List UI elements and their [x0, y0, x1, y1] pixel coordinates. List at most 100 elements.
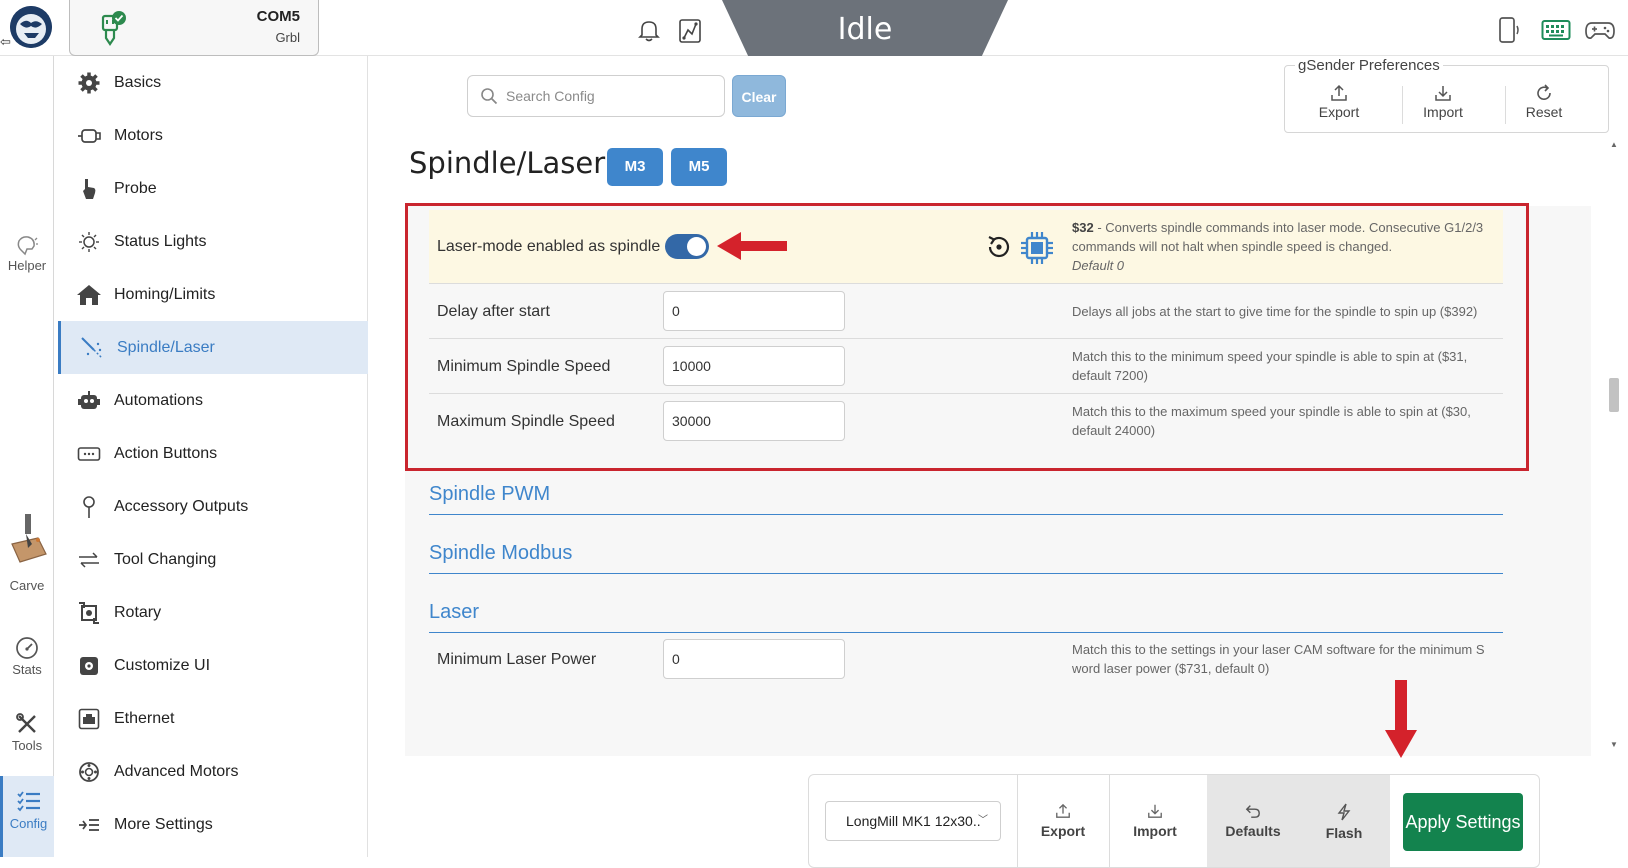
- subsection-laser[interactable]: Laser: [429, 601, 1503, 633]
- nav-item-customize-ui[interactable]: Customize UI: [58, 639, 368, 692]
- light-icon: [76, 229, 102, 255]
- com-port-label: COM5: [256, 8, 300, 25]
- collapse-arrow-icon[interactable]: ⇦: [0, 34, 11, 50]
- nav-item-motors[interactable]: Motors: [58, 109, 368, 162]
- ethernet-icon: [76, 706, 102, 732]
- gcode-icon[interactable]: [678, 18, 702, 44]
- spindle-icon: [79, 335, 105, 361]
- nav-item-action-buttons[interactable]: Action Buttons: [58, 427, 368, 480]
- nav-item-automations[interactable]: Automations: [58, 374, 368, 427]
- export-label: Export: [1040, 823, 1086, 839]
- m5-button[interactable]: M5: [671, 148, 727, 186]
- nav-item-tool-changing[interactable]: Tool Changing: [58, 533, 368, 586]
- import-label: Import: [1133, 823, 1177, 839]
- import-settings-button[interactable]: Import: [1109, 775, 1201, 867]
- machine-profile-select[interactable]: LongMill MK1 12x30.. ﹀: [825, 801, 1001, 841]
- prefs-import-button[interactable]: Import: [1393, 84, 1493, 126]
- firmware-label: Grbl: [275, 30, 300, 45]
- nav-item-label: Accessory Outputs: [114, 497, 249, 515]
- nav-item-probe[interactable]: Probe: [58, 162, 368, 215]
- min-laser-power-input[interactable]: [663, 639, 845, 679]
- gamepad-icon[interactable]: [1585, 18, 1615, 42]
- advanced-motor-icon: [76, 759, 102, 785]
- nav-item-label: Automations: [114, 391, 203, 409]
- nav-item-label: Basics: [114, 73, 162, 91]
- nav-item-rotary[interactable]: Rotary: [58, 586, 368, 639]
- defaults-label: Defaults: [1225, 823, 1281, 839]
- helper-icon: [17, 236, 38, 256]
- flash-icon: [1337, 803, 1351, 821]
- nav-item-label: Probe: [114, 179, 157, 197]
- panel-scrollbar[interactable]: ▲ ▼: [1605, 136, 1619, 756]
- nav-item-label: More Settings: [114, 815, 213, 833]
- usb-connected-icon: [101, 11, 126, 46]
- probe-icon: [76, 176, 102, 202]
- export-icon: [1331, 84, 1347, 101]
- nav-item-accessory-outputs[interactable]: Accessory Outputs: [58, 480, 368, 533]
- nav-item-spindle-laser[interactable]: Spindle/Laser: [58, 321, 368, 374]
- machine-state-tab: Idle: [722, 0, 1008, 60]
- prefs-import-label: Import: [1423, 104, 1463, 120]
- search-box[interactable]: [467, 75, 725, 117]
- rail-item-config[interactable]: Config: [0, 776, 54, 857]
- apply-settings-button[interactable]: Apply Settings: [1403, 793, 1523, 851]
- nav-item-homing-limits[interactable]: Homing/Limits: [58, 268, 368, 321]
- tools-icon: [16, 713, 36, 733]
- search-input[interactable]: [506, 84, 716, 108]
- nav-item-label: Motors: [114, 126, 163, 144]
- main-content: Clear gSender Preferences Export Import …: [369, 56, 1628, 868]
- machine-profile-value: LongMill MK1 12x30..: [846, 813, 981, 829]
- robot-icon: [76, 388, 102, 414]
- export-settings-button[interactable]: Export: [1017, 775, 1109, 867]
- nav-item-label: Customize UI: [114, 656, 211, 674]
- nav-item-label: Advanced Motors: [114, 762, 239, 780]
- customize-icon: [76, 653, 102, 679]
- undo-icon: [1245, 805, 1260, 818]
- subsection-spindle-pwm[interactable]: Spindle PWM: [429, 483, 1503, 515]
- rail-item-tools[interactable]: Tools: [0, 712, 54, 753]
- subsection-spindle-modbus[interactable]: Spindle Modbus: [429, 542, 1503, 574]
- nav-item-label: Homing/Limits: [114, 285, 216, 303]
- prefs-reset-label: Reset: [1525, 104, 1563, 120]
- more-icon: [76, 812, 102, 838]
- flash-button[interactable]: Flash: [1298, 775, 1390, 867]
- clear-search-button[interactable]: Clear: [732, 75, 786, 117]
- defaults-button[interactable]: Defaults: [1207, 775, 1299, 867]
- setting-description: Match this to the settings in your laser…: [1072, 642, 1485, 676]
- scrollbar-thumb[interactable]: [1609, 378, 1619, 412]
- nav-item-label: Spindle/Laser: [117, 338, 215, 356]
- flash-label: Flash: [1325, 825, 1363, 841]
- left-rail: Helper Carve Stats Tools Config: [0, 56, 54, 857]
- rail-item-carve[interactable]: Carve: [0, 514, 54, 593]
- rail-item-label: Config: [9, 816, 48, 831]
- connection-panel[interactable]: COM5 Grbl: [69, 0, 319, 56]
- motor-icon: [76, 123, 102, 149]
- settings-panel: Spindle/Laser M3 M5 Laser-mode enabled a…: [405, 136, 1591, 756]
- nav-item-label: Action Buttons: [114, 444, 218, 462]
- rail-item-stats[interactable]: Stats: [0, 636, 54, 677]
- preferences-title: gSender Preferences: [1295, 57, 1443, 74]
- prefs-export-button[interactable]: Export: [1289, 84, 1389, 126]
- home-icon: [76, 282, 102, 308]
- prefs-reset-button[interactable]: Reset: [1494, 84, 1594, 126]
- keyboard-icon[interactable]: [1541, 18, 1571, 42]
- m3-button[interactable]: M3: [607, 148, 663, 186]
- reset-icon: [1537, 84, 1551, 100]
- phone-icon[interactable]: [1497, 16, 1523, 44]
- nav-item-status-lights[interactable]: Status Lights: [58, 215, 368, 268]
- nav-item-label: Tool Changing: [114, 550, 217, 568]
- rail-item-label: Carve: [9, 578, 45, 593]
- setting-row-min-laser-power: Minimum Laser Power Match this to the se…: [429, 630, 1503, 690]
- nav-item-ethernet[interactable]: Ethernet: [58, 692, 368, 745]
- app-logo[interactable]: [10, 6, 52, 48]
- settings-nav: Basics Motors Probe Status Lights Homing…: [54, 56, 368, 857]
- rail-item-helper[interactable]: Helper: [0, 234, 54, 273]
- nav-item-advanced-motors[interactable]: Advanced Motors: [58, 745, 368, 798]
- nav-item-more-settings[interactable]: More Settings: [58, 798, 368, 851]
- pin-icon: [76, 494, 102, 520]
- rail-item-label: Tools: [11, 738, 43, 753]
- prefs-export-label: Export: [1318, 104, 1360, 120]
- bell-icon[interactable]: [638, 18, 660, 42]
- chevron-down-icon: ﹀: [978, 815, 988, 826]
- nav-item-basics[interactable]: Basics: [58, 56, 368, 109]
